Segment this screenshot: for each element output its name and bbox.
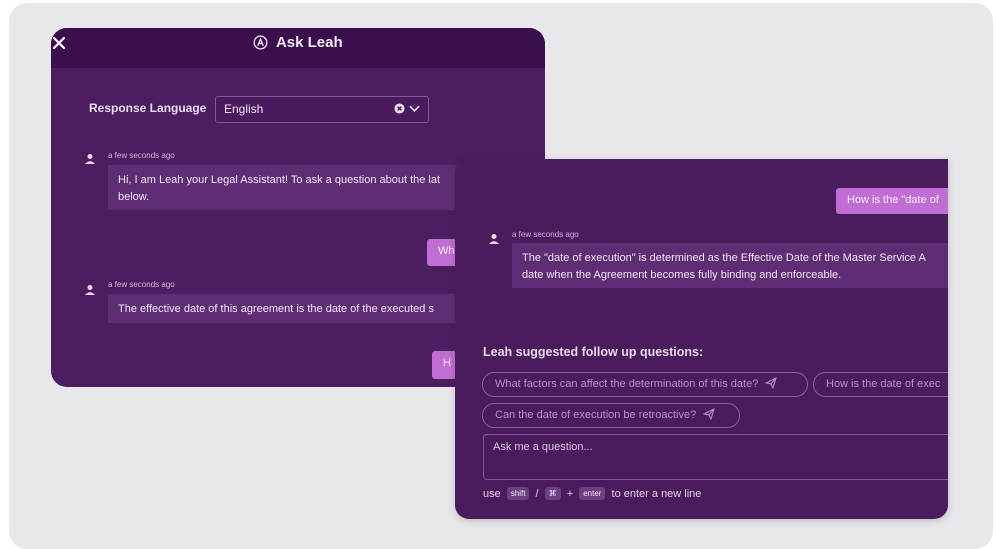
ask-leah-panel-front: How is the "date of a few seconds ago Th… (455, 159, 948, 519)
hint-slash: / (535, 488, 539, 500)
response-language-select[interactable]: English (215, 96, 429, 123)
user-message: How is the "date of (836, 188, 948, 214)
hint-suffix: to enter a new line (611, 488, 702, 500)
hint-use: use (483, 488, 501, 500)
message-timestamp: a few seconds ago (108, 280, 175, 289)
message-timestamp: a few seconds ago (512, 230, 579, 239)
panel-title-text: Ask Leah (275, 34, 343, 51)
response-language-label: Response Language (89, 101, 207, 115)
suggestion-text: Can the date of execution be retroactive… (495, 409, 697, 421)
input-hint: use shift / ⌘ + enter to enter a new lin… (483, 487, 701, 500)
enter-key: enter (579, 487, 606, 500)
message-timestamp: a few seconds ago (108, 151, 175, 160)
suggestion-text: What factors can affect the determinatio… (495, 378, 759, 390)
assistant-message-line: The "date of execution" is determined as… (522, 252, 926, 264)
send-icon (703, 408, 716, 420)
assistant-message: The "date of execution" is determined as… (512, 243, 948, 288)
question-input[interactable] (483, 434, 948, 480)
panel-header: Ask Leah (51, 28, 545, 68)
chevron-down-icon[interactable] (409, 104, 420, 113)
assistant-message-line: date when the Agreement becomes fully bi… (522, 269, 842, 281)
user-avatar-icon (85, 154, 95, 164)
shift-key: shift (506, 487, 530, 500)
panel-title: Ask Leah (51, 34, 545, 51)
user-avatar-icon (489, 234, 499, 244)
clear-icon[interactable] (394, 103, 405, 114)
suggestion-chip[interactable]: How is the date of exec (813, 372, 948, 397)
leah-logo-icon (253, 35, 268, 50)
hint-plus: + (566, 488, 574, 500)
response-language-value: English (224, 102, 264, 116)
user-avatar-icon (85, 285, 95, 295)
suggestion-chip[interactable]: Can the date of execution be retroactive… (482, 403, 740, 428)
followup-title: Leah suggested follow up questions: (483, 345, 704, 359)
command-key: ⌘ (544, 487, 561, 500)
suggestion-text: How is the date of exec (826, 378, 941, 390)
suggestion-chip[interactable]: What factors can affect the determinatio… (482, 372, 808, 397)
send-icon (765, 377, 778, 389)
